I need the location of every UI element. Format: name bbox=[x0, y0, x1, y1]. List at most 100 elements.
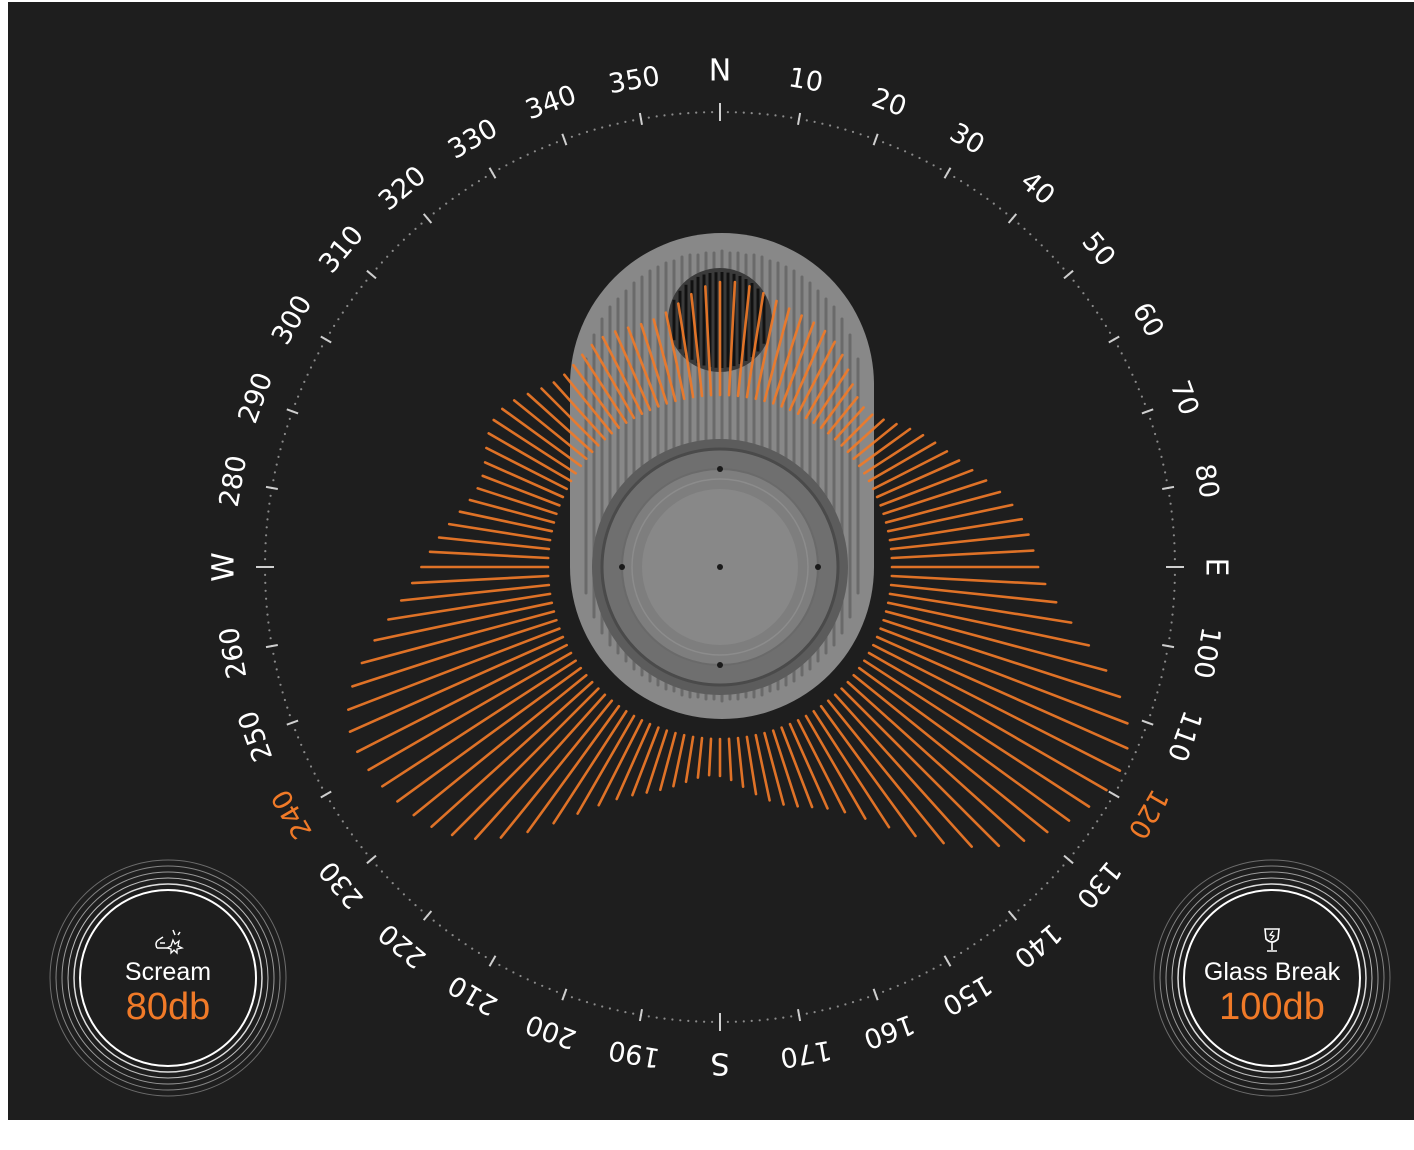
ring-dot bbox=[471, 947, 474, 950]
ring-dot bbox=[380, 261, 383, 264]
ring-dot bbox=[1051, 876, 1054, 879]
sound-ray bbox=[487, 432, 573, 483]
ring-dot bbox=[408, 233, 411, 236]
ring-dot bbox=[774, 114, 777, 117]
ring-dot bbox=[570, 996, 574, 999]
ring-dot bbox=[498, 963, 501, 967]
ring-dot bbox=[438, 207, 441, 210]
ring-dot bbox=[750, 1019, 753, 1023]
ring-dot bbox=[457, 938, 461, 941]
compass-tick-80 bbox=[1162, 485, 1175, 490]
ring-dot bbox=[360, 285, 363, 288]
ring-dot bbox=[1140, 736, 1143, 739]
compass-degree-210: 210 bbox=[443, 968, 503, 1021]
sound-ray bbox=[428, 550, 550, 560]
compass-tick-60 bbox=[1108, 335, 1120, 344]
ring-dot bbox=[346, 304, 349, 308]
ring-dot bbox=[939, 167, 942, 171]
ring-dot bbox=[1162, 463, 1165, 466]
ring-dot bbox=[585, 1001, 589, 1004]
compass-degree-50: 50 bbox=[1075, 226, 1121, 272]
ring-dot bbox=[889, 144, 892, 147]
sound-ray bbox=[882, 618, 1122, 699]
ring-dot bbox=[484, 955, 487, 959]
ring-dot bbox=[519, 974, 522, 978]
ring-dot bbox=[882, 141, 885, 144]
ring-dot bbox=[512, 160, 515, 163]
ring-dot bbox=[266, 613, 269, 616]
compass-degree-30: 30 bbox=[944, 117, 989, 161]
ring-dot bbox=[267, 621, 270, 624]
compass-tick-210 bbox=[488, 955, 497, 967]
device-center-dot bbox=[717, 564, 723, 570]
ring-dot bbox=[1169, 629, 1172, 632]
sound-ray bbox=[450, 687, 600, 837]
ring-dot bbox=[1005, 919, 1008, 922]
event-scream-panel[interactable]: Scream 80db bbox=[48, 858, 288, 1098]
ring-dot bbox=[391, 249, 394, 252]
ring-dot bbox=[451, 197, 454, 200]
ring-dot bbox=[555, 990, 559, 993]
ring-dot bbox=[445, 929, 448, 932]
compass-degree-250: 250 bbox=[232, 706, 279, 765]
sound-ray bbox=[890, 574, 1047, 586]
ring-dot bbox=[821, 1009, 824, 1012]
ring-dot bbox=[277, 676, 280, 679]
ring-dot bbox=[420, 909, 423, 912]
compass-cardinal-W: W bbox=[207, 552, 242, 582]
ring-dot bbox=[966, 184, 969, 187]
ring-dot bbox=[297, 395, 300, 398]
compass-tick-70 bbox=[1141, 408, 1154, 415]
ring-dot bbox=[297, 736, 300, 739]
ring-dot bbox=[1164, 660, 1167, 663]
ring-dot bbox=[333, 807, 336, 810]
ring-dot bbox=[593, 128, 596, 131]
ring-dot bbox=[1077, 846, 1080, 849]
sound-ray bbox=[745, 735, 758, 796]
ring-dot bbox=[328, 331, 332, 334]
ring-dot bbox=[294, 402, 297, 405]
ring-dot bbox=[844, 128, 847, 131]
sound-ray bbox=[804, 714, 867, 820]
ring-dot bbox=[477, 180, 480, 183]
compass-degree-140: 140 bbox=[1008, 917, 1067, 974]
compass-tick-160 bbox=[872, 988, 879, 1001]
event-glass-break-panel[interactable]: Glass Break 100db bbox=[1152, 858, 1392, 1098]
sound-ray bbox=[473, 693, 607, 841]
sound-ray bbox=[684, 735, 695, 784]
ring-dot bbox=[601, 1005, 604, 1008]
ring-dot bbox=[281, 691, 284, 694]
ring-dot bbox=[1040, 244, 1043, 247]
ring-dot bbox=[265, 526, 268, 529]
compass-degree-70: 70 bbox=[1164, 377, 1205, 420]
ring-dot bbox=[671, 113, 674, 116]
compass-tick-50 bbox=[1063, 269, 1074, 280]
ring-dot bbox=[742, 111, 745, 114]
ring-dot bbox=[512, 971, 515, 974]
ring-dot bbox=[350, 298, 353, 301]
ring-dot bbox=[734, 111, 738, 114]
compass-tick-240 bbox=[320, 790, 332, 799]
ring-dot bbox=[1127, 765, 1131, 768]
ring-dot bbox=[526, 978, 529, 981]
microphone-array-device[interactable] bbox=[570, 233, 874, 719]
compass-tick-130 bbox=[1063, 854, 1074, 865]
ring-dot bbox=[836, 1005, 839, 1008]
ring-dot bbox=[782, 115, 785, 118]
ring-dot bbox=[365, 279, 368, 282]
ring-dot bbox=[1170, 510, 1173, 513]
compass-tick-10 bbox=[797, 112, 802, 125]
ring-dot bbox=[695, 1020, 698, 1023]
ring-dot bbox=[939, 963, 942, 967]
sound-ray bbox=[707, 737, 713, 777]
ring-dot bbox=[1169, 502, 1172, 505]
ring-dot bbox=[281, 440, 284, 443]
ring-dot bbox=[859, 133, 862, 136]
ring-dot bbox=[408, 898, 411, 901]
ring-dot bbox=[1029, 898, 1032, 901]
sound-ray bbox=[867, 651, 1108, 792]
compass-tick-220 bbox=[422, 910, 433, 921]
ring-dot bbox=[896, 147, 899, 150]
sound-ray bbox=[645, 729, 669, 794]
ring-dot bbox=[320, 345, 324, 348]
